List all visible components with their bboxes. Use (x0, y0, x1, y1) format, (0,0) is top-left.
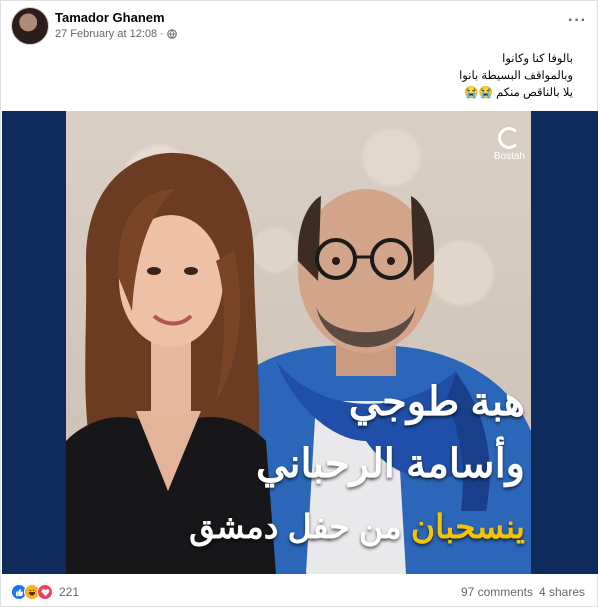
love-icon (37, 584, 53, 600)
bostah-logo: Bostah (494, 127, 525, 162)
meta-separator: · (160, 28, 164, 40)
caption-line: يلا بالناقص منكم 😭😭 (464, 87, 573, 99)
post-footer: 221 97 comments 4 shares (11, 583, 589, 603)
headline-rest: من حفل دمشق (189, 508, 402, 545)
post-header: Tamador Ghanem 27 February at 12:08 · ··… (11, 7, 591, 47)
author-name[interactable]: Tamador Ghanem (55, 10, 165, 25)
comments-count[interactable]: 97 comments (461, 585, 533, 599)
post-caption: بالوفا كنا وكانوا وبالمواقف البسيطة بانو… (273, 51, 573, 102)
post-image[interactable]: Bostah هبة طوجي وأسامة الرحباني ينسحبان … (2, 111, 598, 574)
engagement-stats: 97 comments 4 shares (461, 585, 585, 599)
logo-icon (498, 127, 521, 149)
headline-line-1: هبة طوجي (348, 380, 525, 424)
logo-text: Bostah (493, 151, 525, 162)
headline-accent: ينسحبان (410, 508, 525, 545)
caption-line: بالوفا كنا وكانوا (502, 53, 573, 65)
headline-line-2: وأسامة الرحباني (256, 442, 525, 486)
reactions-summary[interactable]: 221 (11, 584, 79, 600)
author-avatar[interactable] (11, 7, 49, 45)
post-meta: 27 February at 12:08 · (55, 28, 177, 40)
reaction-count[interactable]: 221 (59, 585, 79, 599)
post-timestamp[interactable]: 27 February at 12:08 (55, 28, 157, 40)
caption-line: وبالمواقف البسيطة بانوا (459, 70, 573, 82)
woman-figure (66, 152, 276, 574)
more-options-icon[interactable]: ··· (568, 12, 587, 30)
shares-count[interactable]: 4 shares (539, 585, 585, 599)
globe-icon (166, 29, 177, 39)
headline-line-3: ينسحبان من حفل دمشق (85, 507, 525, 546)
photo-frame: Bostah هبة طوجي وأسامة الرحباني ينسحبان … (66, 111, 531, 574)
facebook-post: Tamador Ghanem 27 February at 12:08 · ··… (0, 0, 598, 607)
